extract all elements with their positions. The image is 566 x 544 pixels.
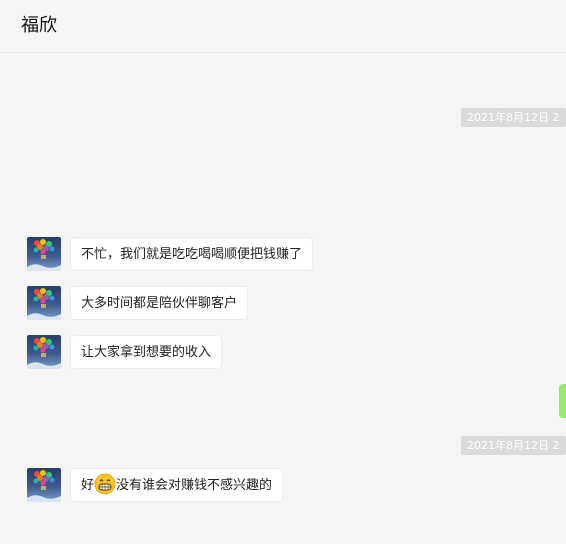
balloons-image bbox=[27, 337, 61, 369]
contact-avatar[interactable] bbox=[27, 237, 61, 271]
message-bubble[interactable]: 大多时间都是陪伙伴聊客户 bbox=[70, 286, 249, 320]
message-bubble[interactable]: 不忙，我们就是吃吃喝喝顺便把钱赚了 bbox=[70, 237, 314, 271]
message-text-before: 好 bbox=[81, 478, 95, 493]
message-bubble[interactable]: 让大家拿到想要的收入 bbox=[70, 335, 223, 369]
contact-avatar[interactable] bbox=[27, 286, 61, 320]
contact-avatar[interactable] bbox=[27, 335, 61, 369]
balloons-image bbox=[27, 470, 61, 502]
balloons-image bbox=[27, 239, 61, 271]
chat-title: 福欣 bbox=[21, 15, 57, 36]
grinning-face-emoji-icon bbox=[94, 473, 116, 495]
message-timestamp: 2021年8月12日 2 bbox=[461, 108, 566, 127]
message-timestamp: 2021年8月12日 2 bbox=[461, 436, 566, 455]
message-bubble[interactable]: 好 没有谁会对赚钱不感兴趣的 bbox=[70, 468, 284, 502]
contact-avatar[interactable] bbox=[27, 468, 61, 502]
balloons-image bbox=[27, 288, 61, 320]
chat-header: 福欣 bbox=[0, 0, 566, 53]
self-message-bubble[interactable] bbox=[559, 384, 566, 418]
message-text-after: 没有谁会对赚钱不感兴趣的 bbox=[116, 478, 273, 493]
